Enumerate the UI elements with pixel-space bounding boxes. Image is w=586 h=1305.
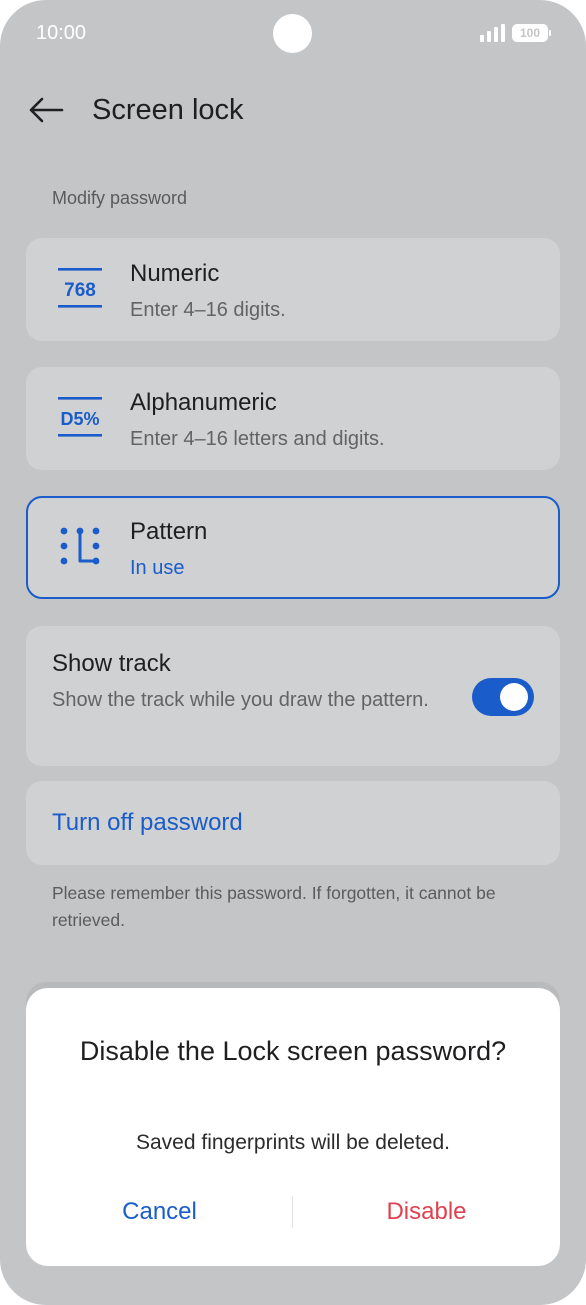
option-alphanumeric-title: Alphanumeric [130, 389, 277, 416]
front-camera [273, 14, 312, 53]
signal-icon [480, 24, 506, 42]
phone-screen: 10:00 100 Screen lock Modify password 76… [0, 0, 586, 1305]
dialog-message: Saved fingerprints will be deleted. [135, 1131, 450, 1154]
alphanumeric-password-icon: D5% [58, 397, 102, 437]
option-pattern[interactable]: Pattern In use [26, 496, 560, 599]
alphanumeric-icon-label: D5% [60, 409, 99, 429]
turn-off-password-label: Turn off password [52, 809, 243, 836]
cancel-button[interactable]: Cancel [26, 1180, 293, 1244]
turn-off-password-button[interactable]: Turn off password [26, 781, 560, 865]
status-time: 10:00 [36, 22, 87, 44]
option-pattern-title: Pattern [130, 518, 208, 545]
option-pattern-status: In use [130, 557, 185, 579]
password-note: Please remember this password. If forgot… [52, 883, 496, 930]
show-track-description: Show the track while you draw the patter… [52, 689, 429, 711]
page-title: Screen lock [92, 94, 244, 126]
option-alphanumeric-subtitle: Enter 4–16 letters and digits. [130, 428, 385, 450]
toggle-knob [500, 683, 528, 711]
show-track-title: Show track [52, 650, 171, 677]
numeric-password-icon: 768 [58, 268, 102, 308]
option-alphanumeric[interactable]: D5% Alphanumeric Enter 4–16 letters and … [26, 367, 560, 470]
option-numeric-title: Numeric [130, 260, 220, 287]
option-numeric-subtitle: Enter 4–16 digits. [130, 299, 286, 321]
pattern-icon [60, 527, 100, 565]
arrow-left-icon [29, 97, 64, 123]
show-track-toggle[interactable] [472, 678, 534, 716]
option-numeric[interactable]: 768 Numeric Enter 4–16 digits. [26, 238, 560, 341]
numeric-icon-label: 768 [64, 280, 96, 301]
battery-icon: 100 [512, 24, 551, 42]
disable-password-dialog: Disable the Lock screen password? Saved … [26, 988, 560, 1266]
dialog-title: Disable the Lock screen password? [79, 1036, 507, 1066]
disable-button[interactable]: Disable [293, 1180, 560, 1244]
section-label: Modify password [52, 188, 188, 208]
back-button[interactable] [26, 90, 66, 130]
show-track-row[interactable]: Show track Show the track while you draw… [26, 626, 560, 766]
